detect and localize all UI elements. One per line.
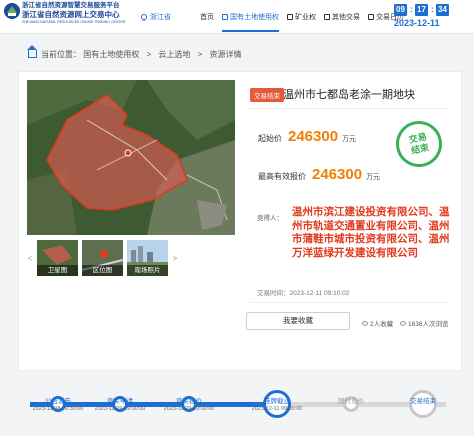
nav-home[interactable]: 首页 bbox=[196, 0, 218, 34]
logo-line-1: 浙江省自然资源智慧交易服务平台 bbox=[22, 2, 120, 9]
clock-separator: : bbox=[410, 5, 413, 14]
thumb-satellite-label: 卫星图 bbox=[37, 265, 78, 276]
gallery-prev-button[interactable]: < bbox=[27, 240, 33, 276]
thumb-site-photo-label: 现场照片 bbox=[127, 265, 168, 276]
breadcrumb-separator: > bbox=[197, 50, 203, 59]
platform-logo-icon[interactable] bbox=[3, 2, 21, 20]
clock-minutes: 17 bbox=[415, 4, 428, 16]
breadcrumb-prefix: 当前位置： bbox=[41, 50, 81, 59]
mine-icon bbox=[287, 14, 293, 20]
top-bid-value: 246300 bbox=[312, 166, 363, 183]
clock-hours: 09 bbox=[394, 4, 407, 16]
timeline-date-bid: 2023-11-29 09:00:00 bbox=[163, 406, 215, 412]
nav-other-trades[interactable]: 其他交易 bbox=[320, 0, 364, 34]
breadcrumb-item-land[interactable]: 国有土地使用权 bbox=[83, 50, 139, 59]
province-label: 浙江省 bbox=[150, 14, 171, 21]
top-bid-label: 最高有效报价 bbox=[258, 172, 306, 181]
main-nav: 首页 国有土地使用权 矿业权 其他交易 交易日历 bbox=[196, 0, 408, 34]
nav-mine-label: 矿业权 bbox=[295, 14, 316, 21]
province-selector[interactable]: 浙江省 bbox=[139, 12, 171, 22]
top-bid-unit: 万元 bbox=[366, 174, 381, 181]
thumb-site-photo[interactable]: 现场照片 bbox=[127, 240, 168, 276]
eye-icon bbox=[400, 321, 406, 326]
other-icon bbox=[324, 14, 330, 20]
user-icon bbox=[362, 321, 368, 326]
start-price-row: 起始价 246300 万元 bbox=[258, 128, 356, 145]
trade-time-value: 2023-12-11 09:10:02 bbox=[289, 290, 350, 297]
calendar-icon bbox=[368, 14, 374, 20]
clock-separator: : bbox=[431, 5, 434, 14]
favorites-count: 2人收藏 bbox=[362, 318, 393, 328]
trade-time: 交易时间：2023-12-11 09:10:02 bbox=[257, 287, 349, 297]
start-price-unit: 万元 bbox=[342, 136, 357, 143]
gallery-thumbnails: < 卫星图 区位图 现场照片 > bbox=[27, 240, 178, 276]
parcel-title: 温州市七都岛老涂一期地块 bbox=[283, 89, 415, 101]
breadcrumb-separator: > bbox=[146, 50, 152, 59]
land-icon bbox=[222, 14, 228, 20]
timeline-label-announce: 公告发布 bbox=[45, 398, 71, 405]
timeline-label-apply: 竞买申请 bbox=[107, 398, 133, 405]
favorites-count-text: 2人收藏 bbox=[370, 321, 394, 328]
thumb-satellite[interactable]: 卫星图 bbox=[37, 240, 78, 276]
thumb-location[interactable]: 区位图 bbox=[82, 240, 123, 276]
clock-seconds: 34 bbox=[436, 4, 449, 16]
nav-land-use-rights[interactable]: 国有土地使用权 bbox=[218, 0, 283, 34]
top-bid-row: 最高有效报价 246300 万元 bbox=[258, 166, 380, 183]
divider bbox=[250, 108, 450, 109]
favorite-button[interactable]: 我要收藏 bbox=[246, 312, 350, 330]
breadcrumb: 当前位置： 国有土地使用权 > 云上选地 > 资源详情 bbox=[27, 45, 242, 60]
winner-label: 竞得人： bbox=[257, 215, 283, 222]
divider bbox=[250, 302, 450, 303]
status-badge: 交易结束 bbox=[250, 88, 284, 102]
thumb-location-label: 区位图 bbox=[82, 265, 123, 276]
home-icon bbox=[27, 45, 37, 58]
timeline-label-ended: 交易结束 bbox=[410, 398, 436, 405]
nav-mining-rights[interactable]: 矿业权 bbox=[283, 0, 320, 34]
start-price-value: 246300 bbox=[288, 128, 339, 145]
nav-land-label: 国有土地使用权 bbox=[230, 14, 279, 21]
timeline-label-listing-close: 挂牌截止 bbox=[264, 398, 290, 405]
gallery-next-button[interactable]: > bbox=[172, 240, 178, 276]
timeline-label-timed-bid: 限时竞价 bbox=[338, 398, 364, 405]
timeline-date-apply: 2023-11-29 09:00:00 bbox=[94, 406, 146, 412]
nav-home-label: 首页 bbox=[200, 14, 214, 21]
stamp-text-2: 结束 bbox=[410, 142, 430, 156]
views-count: 1638人次浏览 bbox=[400, 318, 448, 328]
logo-line-2: 浙江省自然资源网上交易中心 bbox=[22, 10, 120, 19]
server-clock: 09 : 17 : 34 2023-12-11 bbox=[394, 4, 460, 28]
winning-bidders: 温州市滨江建设投资有限公司、温州市轨道交通置业有限公司、温州市蒲鞋市城市投资有限… bbox=[292, 206, 450, 259]
top-header: 浙江省自然资源智慧交易服务平台 浙江省自然资源网上交易中心 ZHEJIANG N… bbox=[0, 0, 474, 34]
views-count-text: 1638人次浏览 bbox=[408, 321, 449, 328]
timeline-date-announce: 2023-11-08 16:30:00 bbox=[32, 406, 84, 412]
timeline-label-bid: 竞买报价 bbox=[176, 398, 202, 405]
satellite-map-image[interactable] bbox=[27, 80, 235, 235]
logo-line-3: ZHEJIANG NATURAL RESOURCES ONLINE TRADIN… bbox=[22, 20, 126, 24]
location-pin-icon bbox=[139, 12, 149, 22]
timeline-date-listing-close: 2023-12-11 09:00:00 bbox=[251, 406, 303, 412]
clock-date: 2023-12-11 bbox=[394, 18, 440, 28]
nav-other-label: 其他交易 bbox=[332, 14, 360, 21]
breadcrumb-item-detail: 资源详情 bbox=[209, 50, 242, 59]
platform-logo-text[interactable]: 浙江省自然资源智慧交易服务平台 浙江省自然资源网上交易中心 ZHEJIANG N… bbox=[22, 2, 125, 25]
start-price-label: 起始价 bbox=[258, 134, 282, 143]
trade-time-label: 交易时间： bbox=[257, 290, 290, 297]
breadcrumb-item-cloud[interactable]: 云上选地 bbox=[158, 50, 190, 59]
